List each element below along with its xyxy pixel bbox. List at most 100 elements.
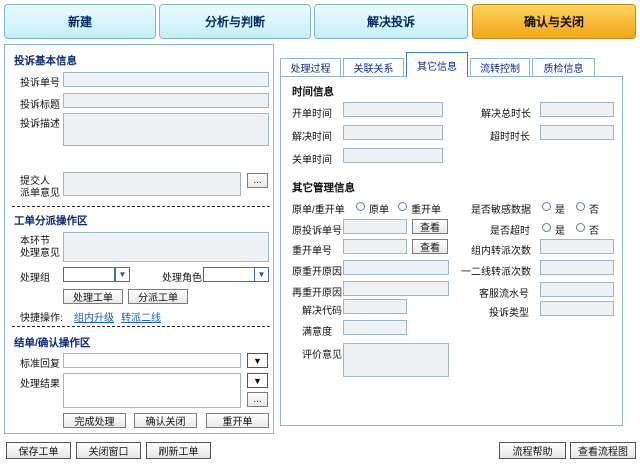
reopen-no-field[interactable] bbox=[343, 239, 407, 254]
resolve-code-field[interactable] bbox=[343, 299, 407, 314]
overtime-no-label: 否 bbox=[589, 226, 599, 237]
sensitive-yes-label: 是 bbox=[555, 205, 565, 216]
overtime-yes-radio[interactable] bbox=[542, 223, 551, 232]
evaluation-label: 评价意见 bbox=[302, 350, 342, 361]
tab-other-info[interactable]: 其它信息 bbox=[406, 52, 468, 77]
overtime-yes-label: 是 bbox=[555, 226, 565, 237]
reopen-option-label: 重开单 bbox=[411, 205, 441, 216]
process-order-button[interactable]: 处理工单 bbox=[63, 289, 123, 304]
resolve-total-field[interactable] bbox=[540, 102, 614, 117]
tab-process[interactable]: 处理过程 bbox=[280, 58, 341, 76]
complaint-no-label: 投诉单号 bbox=[20, 78, 60, 89]
satisfaction-field[interactable] bbox=[343, 320, 407, 335]
result-field[interactable] bbox=[63, 373, 241, 408]
handle-group-select[interactable] bbox=[63, 267, 115, 282]
resolve-total-label: 解决总时长 bbox=[481, 109, 531, 120]
dispatch-order-button[interactable]: 分派工单 bbox=[128, 289, 188, 304]
cs-serial-label: 客服流水号 bbox=[479, 289, 529, 300]
view-flowchart-button[interactable]: 查看流程图 bbox=[570, 442, 636, 459]
basic-info-title: 投诉基本信息 bbox=[14, 55, 77, 67]
complaint-title-label: 投诉标题 bbox=[20, 100, 60, 111]
step-new[interactable]: 新建 bbox=[4, 4, 156, 39]
other-mgmt-title: 其它管理信息 bbox=[292, 182, 355, 194]
refresh-order-button[interactable]: 刷新工单 bbox=[146, 442, 211, 459]
close-window-button[interactable]: 关闭窗口 bbox=[76, 442, 141, 459]
result-more-button[interactable]: ... bbox=[247, 392, 268, 407]
orig-reopen-reason-label: 原重开原因 bbox=[292, 267, 342, 278]
complete-process-button[interactable]: 完成处理 bbox=[63, 413, 126, 428]
time-info-title: 时间信息 bbox=[292, 86, 334, 98]
resolve-time-field[interactable] bbox=[343, 125, 443, 140]
sensitive-yes-radio[interactable] bbox=[542, 202, 551, 211]
overtime-no-radio[interactable] bbox=[576, 223, 585, 232]
reopen-radio[interactable] bbox=[398, 202, 407, 211]
std-reply-dropdown-icon[interactable]: ▼ bbox=[247, 353, 268, 368]
orig-no-field[interactable] bbox=[343, 219, 407, 234]
step-confirm-close[interactable]: 确认与关闭 bbox=[472, 4, 636, 39]
quick-upgrade-link[interactable]: 组内升级 bbox=[74, 309, 114, 324]
divider bbox=[12, 326, 270, 327]
step-analysis[interactable]: 分析与判断 bbox=[159, 4, 311, 39]
reopen-no-label: 重开单号 bbox=[292, 246, 332, 257]
is-overtime-label: 是否超时 bbox=[490, 226, 530, 237]
result-label: 处理结果 bbox=[20, 379, 60, 390]
complaint-type-label: 投诉类型 bbox=[489, 308, 529, 319]
orig-option-label: 原单 bbox=[369, 205, 389, 216]
overtime-label: 超时时长 bbox=[490, 132, 530, 143]
node-opinion-label: 处理意见 bbox=[20, 248, 60, 259]
reopen-button[interactable]: 重开单 bbox=[206, 413, 269, 428]
orig-reopen-label: 原单/重开单 bbox=[292, 205, 345, 216]
complaint-title-field[interactable] bbox=[63, 93, 269, 108]
orig-view-button[interactable]: 查看 bbox=[412, 219, 448, 234]
node-opinion-field[interactable] bbox=[63, 232, 269, 262]
quick-actions-label: 快捷操作: bbox=[20, 313, 63, 324]
dispatch-opinion-more-button[interactable]: ... bbox=[247, 173, 268, 188]
tab-relations[interactable]: 关联关系 bbox=[343, 58, 404, 76]
open-time-field[interactable] bbox=[343, 102, 443, 117]
sensitive-no-label: 否 bbox=[589, 205, 599, 216]
handle-group-label: 处理组 bbox=[20, 273, 50, 284]
dispatch-opinion-field[interactable] bbox=[63, 172, 241, 196]
divider bbox=[12, 206, 270, 207]
complaint-desc-label: 投诉描述 bbox=[20, 119, 60, 130]
re-reopen-reason-label: 再重开原因 bbox=[292, 288, 342, 299]
group-transfer-field[interactable] bbox=[540, 239, 614, 254]
close-time-field[interactable] bbox=[343, 148, 443, 163]
tab-flow-control[interactable]: 流转控制 bbox=[470, 58, 530, 76]
handle-role-select[interactable] bbox=[203, 267, 255, 282]
complaint-no-field[interactable] bbox=[63, 72, 269, 87]
l1l2-transfer-label: 一二线转派次数 bbox=[461, 267, 531, 278]
step-resolve[interactable]: 解决投诉 bbox=[314, 4, 468, 39]
handle-role-dropdown-icon[interactable]: ▼ bbox=[254, 267, 269, 282]
resolve-time-label: 解决时间 bbox=[292, 132, 332, 143]
orig-reopen-reason-field[interactable] bbox=[343, 260, 449, 275]
group-transfer-label: 组内转派次数 bbox=[471, 246, 531, 257]
dispatch-opinion-label: 派单意见 bbox=[20, 188, 60, 199]
close-time-label: 关单时间 bbox=[292, 155, 332, 166]
evaluation-field[interactable] bbox=[343, 343, 449, 377]
quick-transfer-link[interactable]: 转派二线 bbox=[121, 309, 161, 324]
orig-radio[interactable] bbox=[356, 202, 365, 211]
flow-help-button[interactable]: 流程帮助 bbox=[499, 442, 566, 459]
save-order-button[interactable]: 保存工单 bbox=[6, 442, 71, 459]
orig-no-label: 原投诉单号 bbox=[292, 226, 342, 237]
re-reopen-reason-field[interactable] bbox=[343, 281, 449, 296]
l1l2-transfer-field[interactable] bbox=[540, 260, 614, 275]
confirm-close-button[interactable]: 确认关闭 bbox=[134, 413, 197, 428]
result-dropdown-icon[interactable]: ▼ bbox=[247, 373, 268, 388]
handle-role-label: 处理角色 bbox=[162, 273, 202, 284]
dispatch-area-title: 工单分派操作区 bbox=[14, 215, 88, 227]
sensitive-no-radio[interactable] bbox=[576, 202, 585, 211]
handle-group-dropdown-icon[interactable]: ▼ bbox=[115, 267, 130, 282]
std-reply-label: 标准回复 bbox=[20, 359, 60, 370]
resolve-code-label: 解决代码 bbox=[302, 306, 342, 317]
overtime-field[interactable] bbox=[540, 125, 614, 140]
tab-quality[interactable]: 质检信息 bbox=[532, 58, 595, 76]
close-area-title: 结单/确认操作区 bbox=[14, 337, 91, 349]
cs-serial-field[interactable] bbox=[540, 282, 614, 297]
complaint-desc-field[interactable] bbox=[63, 113, 269, 146]
reopen-view-button[interactable]: 查看 bbox=[412, 239, 448, 254]
open-time-label: 开单时间 bbox=[292, 109, 332, 120]
std-reply-field[interactable] bbox=[63, 353, 241, 368]
complaint-type-field[interactable] bbox=[540, 301, 614, 316]
